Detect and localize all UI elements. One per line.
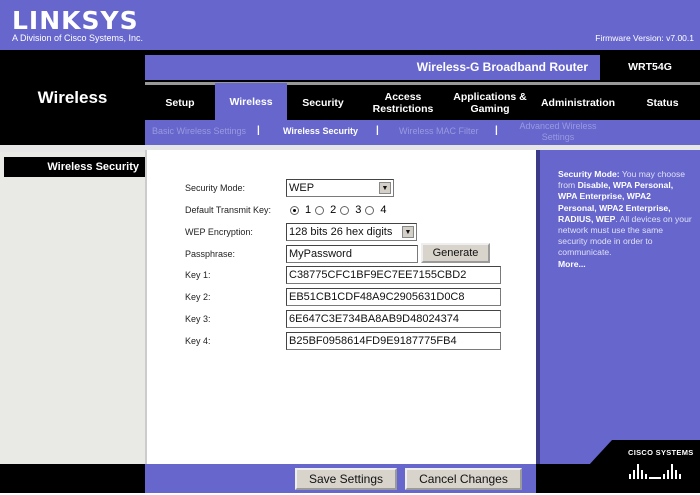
chevron-down-icon: ▼ — [379, 182, 391, 194]
radio-label: 4 — [380, 204, 387, 216]
key-4-input[interactable]: B25BF0958614FD9E9187775FB4 — [286, 332, 501, 350]
left-column — [0, 152, 145, 464]
tab-status[interactable]: Status — [630, 85, 695, 120]
radio-key-4[interactable] — [365, 205, 375, 215]
cisco-logo: CISCO SYSTEMS — [628, 448, 694, 457]
section-label: Wireless Security — [4, 157, 145, 177]
key-3-label: Key 3: — [185, 314, 211, 324]
wep-encryption-select[interactable]: 128 bits 26 hex digits ▼ — [286, 223, 417, 241]
key-2-input[interactable]: EB51CB1CDF48A9C2905631D0C8 — [286, 288, 501, 306]
model-name: WRT54G — [600, 55, 700, 80]
wep-encryption-label: WEP Encryption: — [185, 227, 253, 237]
radio-key-2[interactable] — [315, 205, 325, 215]
transmit-key-radios: 1 2 3 4 — [290, 204, 387, 216]
passphrase-input[interactable]: MyPassword — [286, 245, 418, 263]
tab-administration[interactable]: Administration — [532, 85, 624, 120]
radio-label: 3 — [355, 204, 362, 216]
subnav-separator: | — [376, 125, 379, 136]
firmware-version: Firmware Version: v7.00.1 — [595, 33, 694, 43]
subnav-basic-wireless[interactable]: Basic Wireless Settings — [152, 126, 246, 136]
tab-applications-gaming[interactable]: Applications & Gaming — [450, 85, 530, 120]
tab-security[interactable]: Security — [287, 85, 359, 120]
key-2-label: Key 2: — [185, 292, 211, 302]
cancel-changes-button[interactable]: Cancel Changes — [405, 468, 522, 490]
key-3-input[interactable]: 6E647C3E734BA8AB9D48024374 — [286, 310, 501, 328]
tab-wireless[interactable]: Wireless — [215, 83, 287, 120]
security-mode-label: Security Mode: — [185, 183, 246, 193]
radio-key-3[interactable] — [340, 205, 350, 215]
subnav-mac-filter[interactable]: Wireless MAC Filter — [399, 126, 479, 136]
subnav-wireless-security[interactable]: Wireless Security — [283, 126, 358, 136]
generate-button[interactable]: Generate — [421, 243, 490, 263]
content-area — [145, 150, 536, 464]
tab-access-restrictions[interactable]: Access Restrictions — [363, 85, 443, 120]
security-mode-select[interactable]: WEP ▼ — [286, 179, 394, 197]
subnav-advanced-wireless[interactable]: Advanced Wireless Settings — [513, 121, 603, 143]
radio-label: 1 — [305, 204, 312, 216]
security-mode-value: WEP — [289, 182, 315, 194]
footer-left — [0, 464, 145, 493]
help-title: Security Mode: — [558, 169, 620, 179]
radio-key-1[interactable] — [290, 205, 299, 215]
subnav-separator: | — [257, 125, 260, 136]
section-title: Wireless — [37, 88, 108, 107]
product-name: Wireless-G Broadband Router — [145, 55, 600, 80]
transmit-key-label: Default Transmit Key: — [185, 205, 272, 215]
wep-encryption-value: 128 bits 26 hex digits — [289, 226, 393, 238]
help-text: Security Mode: You may choose from Disab… — [558, 169, 692, 270]
radio-label: 2 — [330, 204, 337, 216]
key-4-label: Key 4: — [185, 336, 211, 346]
subnav-separator: | — [495, 125, 498, 136]
passphrase-label: Passphrase: — [185, 249, 236, 259]
key-1-label: Key 1: — [185, 270, 211, 280]
logo-subtitle: A Division of Cisco Systems, Inc. — [12, 33, 144, 43]
chevron-down-icon: ▼ — [402, 226, 414, 238]
key-1-input[interactable]: C38775CFC1BF9EC7EE7155CBD2 — [286, 266, 501, 284]
save-settings-button[interactable]: Save Settings — [295, 468, 397, 490]
linksys-logo: LINKSYS — [12, 6, 139, 35]
help-more-link[interactable]: More... — [558, 259, 586, 269]
cisco-bars-icon — [629, 464, 681, 479]
tab-setup[interactable]: Setup — [145, 85, 215, 120]
